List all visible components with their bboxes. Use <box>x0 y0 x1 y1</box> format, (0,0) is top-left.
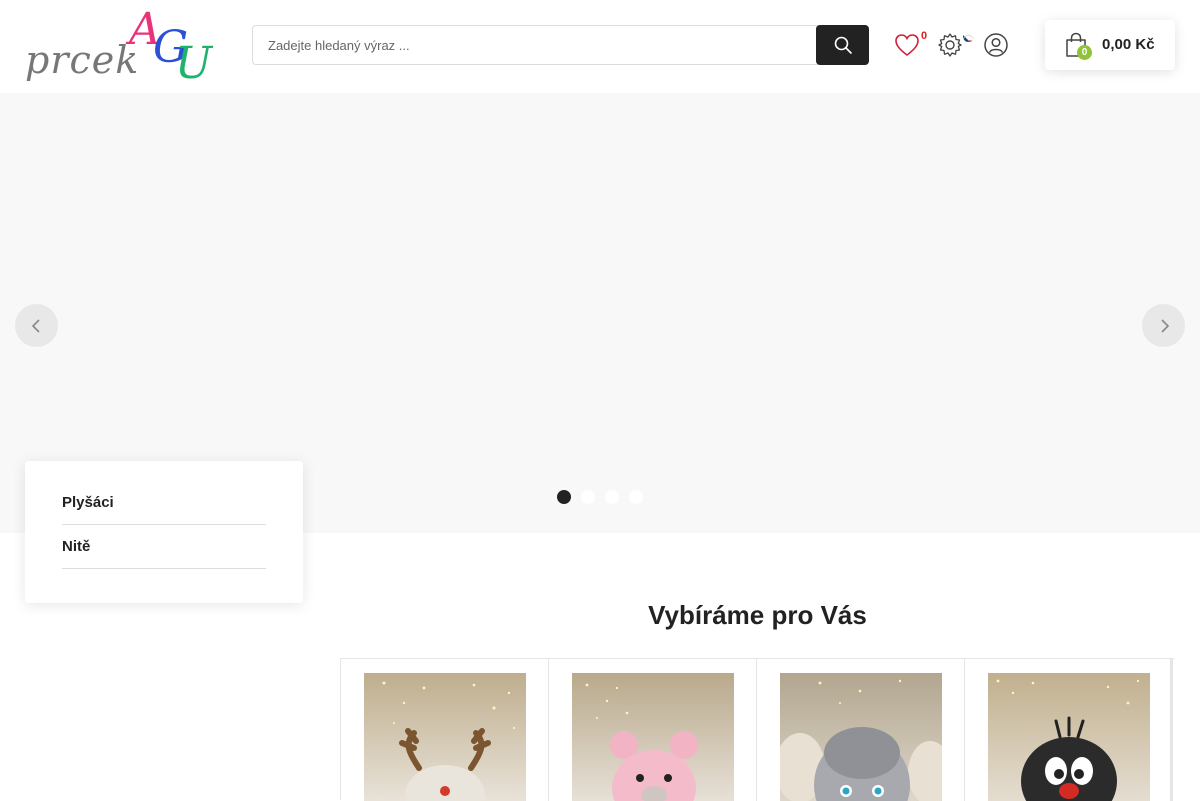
logo-word: prcek <box>25 38 140 82</box>
gear-icon <box>938 33 962 57</box>
slider-dot-2[interactable] <box>581 490 595 504</box>
chevron-left-icon <box>31 318 40 333</box>
search-input[interactable] <box>252 25 818 65</box>
slider-dots <box>557 490 643 504</box>
product-card[interactable] <box>965 659 1173 801</box>
product-image-reindeer[interactable] <box>364 673 526 801</box>
cart-count-badge: 0 <box>1077 45 1092 60</box>
product-image-mole[interactable] <box>988 673 1150 801</box>
product-grid <box>340 658 1174 801</box>
category-menu: Plyšáci Nitě <box>25 461 303 603</box>
search-icon <box>834 36 852 54</box>
site-logo[interactable]: prcek A G U <box>25 4 223 89</box>
search-button[interactable] <box>816 25 869 65</box>
product-card[interactable] <box>757 659 965 801</box>
cart-button[interactable]: 0 0,00 Kč <box>1045 20 1175 70</box>
slider-dot-3[interactable] <box>605 490 619 504</box>
slider-dot-4[interactable] <box>629 490 643 504</box>
slider-next-button[interactable] <box>1142 304 1185 347</box>
product-card[interactable] <box>549 659 757 801</box>
category-item-plysaci[interactable]: Plyšáci <box>62 481 266 525</box>
product-image-pink-bear[interactable] <box>572 673 734 801</box>
product-card[interactable] <box>341 659 549 801</box>
wishlist-count: 0 <box>921 30 928 42</box>
chevron-right-icon <box>1160 318 1169 333</box>
heart-icon <box>895 34 919 57</box>
product-image-grey-bunny[interactable] <box>780 673 942 801</box>
czech-flag-icon <box>963 31 974 42</box>
settings-button[interactable] <box>936 31 964 59</box>
slider-prev-button[interactable] <box>15 304 58 347</box>
slider-dot-1[interactable] <box>557 490 571 504</box>
wishlist-button[interactable] <box>893 31 921 59</box>
account-button[interactable] <box>982 31 1010 59</box>
cart-total: 0,00 Kč <box>1102 36 1155 53</box>
logo-letter-u: U <box>175 38 213 89</box>
category-item-nite[interactable]: Nitě <box>62 525 266 569</box>
user-icon <box>984 33 1008 57</box>
section-title: Vybíráme pro Vás <box>648 600 867 630</box>
site-header: prcek A G U 0 0 0,00 Kč <box>0 0 1200 93</box>
search-bar <box>252 25 869 65</box>
